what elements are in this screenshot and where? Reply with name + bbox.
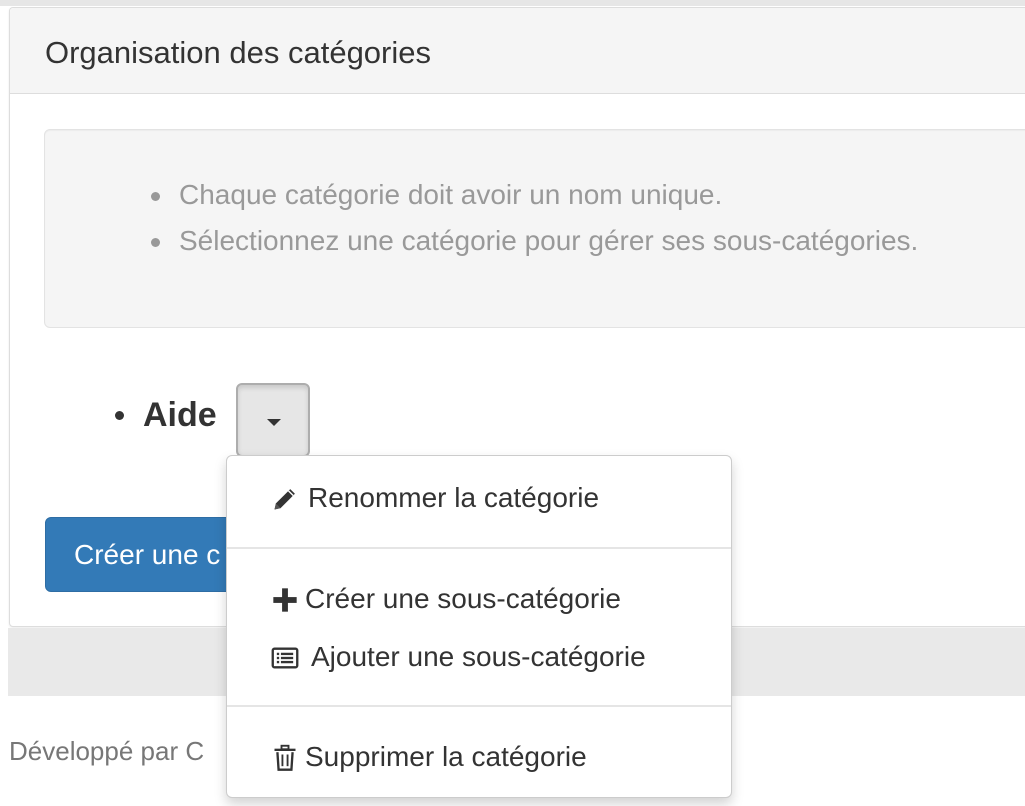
plus-icon [273,588,297,612]
top-strip [0,0,1025,6]
tips-list: Chaque catégorie doit avoir un nom uniqu… [145,172,918,264]
category-dropdown-menu: Renommer la catégorie Créer une sous-cat… [226,455,732,798]
tip-item: Chaque catégorie doit avoir un nom uniqu… [145,172,918,218]
help-well: Chaque catégorie doit avoir un nom uniqu… [44,129,1025,328]
menu-label-delete: Supprimer la catégorie [305,741,587,772]
category-dropdown-toggle[interactable] [236,383,310,457]
footer-credit: Développé par C [9,736,205,766]
trash-icon [274,744,296,771]
category-name: Aide [143,396,217,434]
menu-item-rename[interactable]: Renommer la catégorie [227,473,731,525]
menu-label-rename: Renommer la catégorie [308,482,600,513]
menu-label-add-subcategory: Ajouter une sous-catégorie [311,641,646,672]
bullet [115,411,124,420]
menu-divider [227,705,731,707]
pencil-icon [274,489,295,510]
menu-label-create-subcategory: Créer une sous-catégorie [305,583,621,614]
menu-item-delete[interactable]: Supprimer la catégorie [227,732,731,784]
tip-item: Sélectionnez une catégorie pour gérer se… [145,218,918,264]
menu-divider [227,547,731,549]
list-alt-icon [271,647,299,669]
panel-title: Organisation des catégories [45,35,432,70]
panel-heading: Organisation des catégories [10,8,1025,94]
caret-down-icon [267,419,281,426]
page: Organisation des catégories Chaque catég… [0,0,1025,806]
menu-item-add-subcategory[interactable]: Ajouter une sous-catégorie [227,632,731,684]
menu-item-create-subcategory[interactable]: Créer une sous-catégorie [227,574,731,626]
